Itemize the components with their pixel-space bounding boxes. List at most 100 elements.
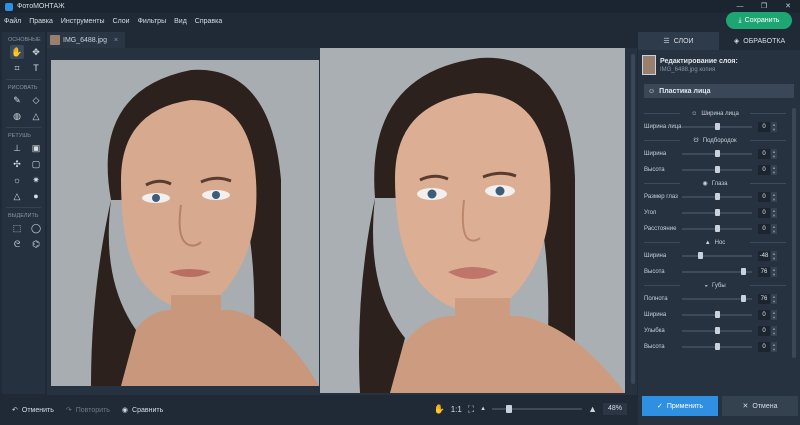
menu-file[interactable]: Файл [4,18,21,25]
property-value[interactable]: 0 [758,326,770,336]
menu-view[interactable]: Вид [174,18,187,25]
property-slider[interactable] [682,166,752,173]
apply-button[interactable]: ✓ Применить [642,396,718,416]
eraser-tool-icon[interactable]: ◇ [29,93,43,107]
property-value[interactable]: 0 [758,208,770,218]
slider-knob[interactable] [714,193,720,200]
redo-button[interactable]: ↷ Повторить [66,406,110,415]
slider-knob[interactable] [741,295,747,302]
slider-knob[interactable] [714,166,720,173]
lasso-icon[interactable]: ᘓ [10,237,24,251]
property-slider[interactable] [682,311,752,318]
stamp-tool-icon[interactable]: ⊥ [10,141,24,155]
section-header[interactable]: ☺ Пластика лица [644,84,794,98]
rect-select-icon[interactable]: ⬚ [10,221,24,235]
tab-close-icon[interactable]: × [114,37,118,44]
undo-button[interactable]: ↶ Отменить [12,406,54,415]
zoom-slider-knob[interactable] [506,405,513,413]
property-value[interactable]: 76 [758,294,770,304]
property-slider[interactable] [682,123,752,130]
shapes-tool-icon[interactable]: △ [29,109,43,123]
slider-knob[interactable] [741,268,747,275]
healing-tool-icon[interactable]: ✣ [10,157,24,171]
stepper-icon[interactable]: ▲ ▼ [771,294,777,304]
zoom-out-icon[interactable]: ▲ [480,406,486,412]
dodge-tool-icon[interactable]: ☼ [10,173,24,187]
app-logo-icon [5,2,13,11]
crop-tool-icon[interactable]: ⌗ [10,61,24,75]
property-slider[interactable] [682,295,752,302]
property-value[interactable]: -48 [758,251,770,261]
stepper-icon[interactable]: ▲ ▼ [771,208,777,218]
hand-icon[interactable]: ✋ [433,404,444,415]
tab-processing[interactable]: ◈ ОБРАБОТКА [719,32,800,50]
ratio-button[interactable]: 1:1 [451,405,462,414]
property-slider[interactable] [682,268,752,275]
panel-scrollbar[interactable] [792,108,796,358]
slider-knob[interactable] [714,123,720,130]
menu-layers[interactable]: Слои [113,18,130,25]
property-value[interactable]: 0 [758,192,770,202]
slider-knob[interactable] [714,225,720,232]
zoom-slider[interactable] [492,405,583,413]
text-tool-icon[interactable]: T [29,61,43,75]
property-value[interactable]: 0 [758,310,770,320]
property-slider[interactable] [682,343,752,350]
property-value[interactable]: 76 [758,267,770,277]
fill-tool-icon[interactable]: ◍ [10,109,24,123]
stepper-icon[interactable]: ▲ ▼ [771,267,777,277]
menu-edit[interactable]: Правка [29,18,53,25]
group-header: ▲ Нос [644,237,786,248]
property-slider[interactable] [682,225,752,232]
stepper-icon[interactable]: ▲ ▼ [771,192,777,202]
stepper-icon[interactable]: ▲ ▼ [771,251,777,261]
ellipse-select-icon[interactable]: ◯ [29,221,43,235]
property-value[interactable]: 0 [758,224,770,234]
stepper-icon[interactable]: ▲ ▼ [771,326,777,336]
sun-tool-icon[interactable]: ✷ [29,173,43,187]
hand-tool-icon[interactable]: ✋ [10,45,24,59]
move-tool-icon[interactable]: ✥ [29,45,43,59]
property-slider[interactable] [682,150,752,157]
compare-button[interactable]: ◉ Сравнить [122,406,163,415]
stepper-icon[interactable]: ▲ ▼ [771,149,777,159]
slider-knob[interactable] [714,311,720,318]
property-value[interactable]: 0 [758,122,770,132]
stepper-icon[interactable]: ▲ ▼ [771,310,777,320]
slider-knob[interactable] [714,343,720,350]
menu-filters[interactable]: Фильтры [138,18,167,25]
property-slider[interactable] [682,252,752,259]
undo-icon: ↶ [12,407,18,414]
slider-knob[interactable] [714,327,720,334]
stepper-icon[interactable]: ▲ ▼ [771,165,777,175]
tab-layers[interactable]: ☰ СЛОИ [638,32,719,50]
slider-knob[interactable] [697,252,703,259]
zoom-value[interactable]: 48% [603,403,627,415]
canvas-area[interactable] [47,48,637,395]
property-slider[interactable] [682,209,752,216]
file-tab[interactable]: IMG_6488.jpg × [47,32,125,48]
patch-tool-icon[interactable]: ▣ [29,141,43,155]
slider-knob[interactable] [714,209,720,216]
menu-tools[interactable]: Инструменты [61,18,105,25]
stepper-icon[interactable]: ▲ ▼ [771,224,777,234]
canvas-scrollbar[interactable] [631,54,635,384]
property-value[interactable]: 0 [758,149,770,159]
zoom-in-icon[interactable]: ▲ [588,404,597,414]
property-value[interactable]: 0 [758,165,770,175]
blur-tool-icon[interactable]: ● [29,189,43,203]
brush-tool-icon[interactable]: ✎ [10,93,24,107]
polygon-lasso-icon[interactable]: ⌬ [29,237,43,251]
property-slider[interactable] [682,327,752,334]
sharpen-tool-icon[interactable]: △ [10,189,24,203]
property-slider[interactable] [682,193,752,200]
slider-knob[interactable] [714,150,720,157]
save-button[interactable]: ⤓ Сохранить [726,12,792,29]
stepper-icon[interactable]: ▲ ▼ [771,122,777,132]
stepper-icon[interactable]: ▲ ▼ [771,342,777,352]
property-value[interactable]: 0 [758,342,770,352]
frame-tool-icon[interactable]: ▢ [29,157,43,171]
cancel-button[interactable]: ✕ Отмена [722,396,798,416]
menu-help[interactable]: Справка [195,18,222,25]
fit-screen-icon[interactable]: ⛶ [468,404,474,415]
